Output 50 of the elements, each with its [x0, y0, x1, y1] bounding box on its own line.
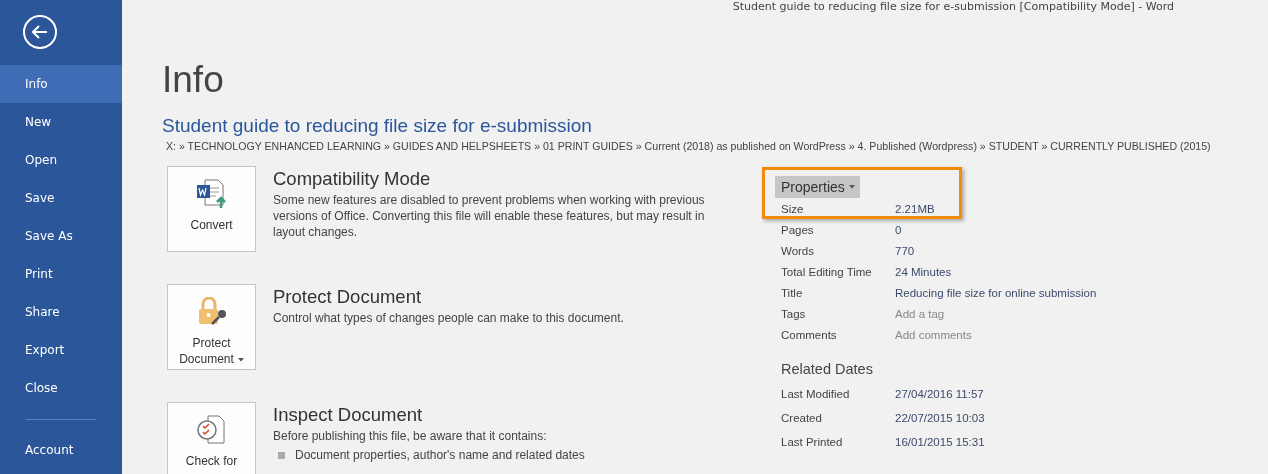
date-value: 27/04/2016 11:57 — [895, 388, 984, 400]
section-heading: Related Dates — [781, 361, 874, 377]
property-value: Reducing file size for online submission — [895, 286, 1097, 299]
back-button[interactable] — [23, 15, 57, 49]
property-label: Words — [780, 244, 816, 257]
date-label: Last Printed — [780, 436, 844, 448]
bullet-square-icon — [278, 451, 285, 459]
property-label: Size — [780, 202, 805, 215]
nav-item[interactable]: Account — [0, 431, 122, 469]
nav-item[interactable]: Print — [0, 255, 122, 293]
page-heading: Info — [162, 58, 225, 102]
nav-item[interactable]: Export — [0, 331, 122, 369]
section-description: Some new features are disabled to prevent problems when working with previous versions of Office. Converting this file will enable these features, but may result in layout changes. — [273, 192, 706, 240]
property-value: 24 Minutes — [895, 265, 952, 278]
action-tile[interactable]: Check for — [167, 402, 256, 474]
checklist-document-icon — [195, 415, 228, 445]
document-upgrade-icon — [195, 179, 228, 209]
nav-item[interactable]: Close — [0, 369, 122, 407]
date-value: 16/01/2015 15:31 — [895, 436, 985, 448]
document-title: Student guide to reducing file size for e-submission — [162, 114, 593, 138]
property-label: Pages — [780, 223, 815, 236]
section-title: Compatibility Mode — [273, 167, 432, 191]
date-label: Last Modified — [780, 388, 851, 400]
properties-dropdown[interactable]: Properties — [775, 176, 860, 198]
property-value: 2.21MB — [895, 202, 935, 215]
property-label: Total Editing Time — [780, 265, 873, 278]
section-title: Inspect Document — [273, 403, 424, 427]
back-arrow-icon — [32, 25, 48, 39]
file-path: X: » TECHNOLOGY ENHANCED LEARNING » GUIDES AND HELPSHEETS » 01 PRINT GUIDES » Current (2018) as published on WordPress » 4. Published (Wordpress) » STUDENT » CURRENTLY PUBLISHED (2015) — [166, 140, 1212, 152]
nav-item[interactable]: Info — [0, 65, 122, 103]
nav-item[interactable]: Save As — [0, 217, 122, 255]
property-value: 770 — [895, 244, 915, 257]
date-value: 22/07/2015 10:03 — [895, 412, 985, 424]
window-title: Student guide to reducing file size for e-submission [Compatibility Mode] - Word — [732, 0, 1174, 14]
property-label: Title — [780, 286, 804, 299]
action-tile[interactable]: Protect Document — [167, 284, 256, 370]
property-label: Tags — [780, 307, 807, 320]
nav-item[interactable]: New — [0, 103, 122, 141]
caret-icon — [848, 185, 855, 189]
nav-item[interactable]: Share — [0, 293, 122, 331]
action-tile[interactable]: Convert — [167, 166, 256, 252]
section-description: Before publishing this file, be aware that it contains: — [273, 428, 548, 444]
bullet-text: Document properties, author's name and related dates — [295, 448, 585, 462]
property-label: Comments — [780, 328, 838, 341]
property-value: 0 — [895, 223, 902, 236]
section-title: Protect Document — [273, 285, 423, 309]
date-label: Created — [780, 412, 823, 424]
nav-item[interactable]: Open — [0, 141, 122, 179]
nav-item[interactable]: Save — [0, 179, 122, 217]
section-description: Control what types of changes people can make to this document. — [273, 310, 625, 326]
